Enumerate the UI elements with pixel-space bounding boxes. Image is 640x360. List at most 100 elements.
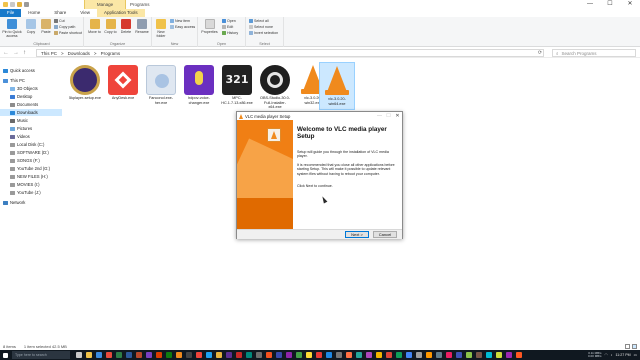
tab-share[interactable]: Share [47,9,73,17]
task-view-icon[interactable] [76,352,82,358]
nav-item-3d-objects[interactable]: 3D Objects [10,85,38,92]
app-icon[interactable] [496,352,502,358]
minimize-button[interactable]: — [580,0,600,9]
app-icon[interactable] [156,352,162,358]
rename-button[interactable]: Rename [134,19,150,34]
nav-item-downloads[interactable]: Downloads [0,109,62,116]
app-icon[interactable] [166,352,172,358]
app-icon[interactable] [316,352,322,358]
app-icon[interactable] [206,352,212,358]
nav-item-drive-c[interactable]: Local Disk (C:) [10,141,44,148]
new-folder-icon[interactable] [17,2,22,7]
volume-icon[interactable]: ♪ [611,353,613,357]
nav-item-quick-access[interactable]: Quick access [3,67,35,74]
invert-selection-button[interactable]: Invert selection [249,31,278,35]
breadcrumb-this-pc[interactable]: This PC [41,51,57,56]
details-view-icon[interactable] [625,344,630,349]
new-folder-button[interactable]: New folder [154,19,168,38]
app-icon[interactable] [486,352,492,358]
paste-button[interactable]: Paste [39,19,53,34]
app-icon[interactable] [456,352,462,358]
app-icon[interactable] [246,352,252,358]
app-icon[interactable] [446,352,452,358]
paste-shortcut-button[interactable]: Paste shortcut [54,31,82,35]
taskbar-search[interactable]: Type here to search [12,351,70,359]
nav-item-network[interactable]: Network [3,199,25,206]
app-icon[interactable] [466,352,472,358]
file-item[interactable]: 5kplayer-setup.exe [67,62,103,110]
back-button[interactable]: ← [3,50,9,56]
powerpoint-icon[interactable] [136,352,142,358]
breadcrumb-downloads[interactable]: Downloads [68,51,90,56]
easy-access-button[interactable]: Easy access [170,25,195,29]
move-to-button[interactable]: Move to [87,19,102,34]
app-icon[interactable] [426,352,432,358]
obs-taskbar-icon[interactable] [186,352,192,358]
properties-icon[interactable] [10,2,15,7]
nav-item-drive-d[interactable]: SOFTWARE (D:) [10,149,49,156]
anydesk-taskbar-icon[interactable] [196,352,202,358]
app-icon[interactable] [236,352,242,358]
breadcrumb-programs[interactable]: Programs [101,51,121,56]
next-button[interactable]: Next > [345,231,369,238]
app-icon[interactable] [376,352,382,358]
copy-button[interactable]: Copy [24,19,38,34]
forward-button[interactable]: → [13,50,19,56]
close-button[interactable]: ✕ [620,0,640,9]
pin-quick-access-button[interactable]: Pin to Quick access [1,19,23,38]
chrome-icon[interactable] [106,352,112,358]
address-bar[interactable]: This PC > Downloads > Programs [36,49,544,57]
app-icon[interactable] [146,352,152,358]
nav-item-videos[interactable]: Videos [10,133,30,140]
file-item[interactable]: hdpov-voice-changer.exe [181,62,217,110]
dialog-close-button[interactable]: ✕ [393,112,402,120]
app-icon[interactable] [516,352,522,358]
notification-icon[interactable]: ▭ [634,353,637,357]
start-button-icon[interactable] [3,352,8,358]
properties-button[interactable]: Properties [200,19,219,34]
history-button[interactable]: History [222,31,238,35]
app-icon[interactable] [356,352,362,358]
file-explorer-icon[interactable] [86,352,92,358]
edge-icon[interactable] [96,352,102,358]
app-icon[interactable] [276,352,282,358]
app-icon[interactable] [396,352,402,358]
app-icon[interactable] [226,352,232,358]
nav-item-desktop[interactable]: Desktop [10,93,32,100]
contextual-tab-manage[interactable]: Manage [84,0,126,9]
tab-application-tools[interactable]: Application Tools [96,9,145,17]
dialog-maximize-button[interactable]: ☐ [384,112,393,120]
tab-file[interactable]: File [0,9,22,17]
file-item[interactable]: AnyDesk.exe [105,62,141,110]
large-icons-view-icon[interactable] [632,344,637,349]
file-item[interactable]: 321 MPC-HC.1.7.13.x86.exe [219,62,255,110]
new-item-button[interactable]: New item [170,19,190,23]
nav-item-drive-f[interactable]: SONGS (F:) [10,157,40,164]
app-icon[interactable] [216,352,222,358]
chevron-down-icon[interactable] [24,2,29,7]
app-icon[interactable] [506,352,512,358]
file-item[interactable]: Fanconol.exe-her.exe [143,62,179,110]
clock[interactable]: 11:27 PM [615,353,630,357]
app-icon[interactable] [416,352,422,358]
nav-item-drive-i[interactable]: MOVIES (I:) [10,181,40,188]
app-icon[interactable] [286,352,292,358]
app-icon[interactable] [476,352,482,358]
maximize-button[interactable]: ☐ [600,0,620,9]
open-button[interactable]: Open [222,19,236,23]
app-icon[interactable] [256,352,262,358]
tab-view[interactable]: View [73,9,97,17]
edit-button[interactable]: Edit [222,25,233,29]
select-all-button[interactable]: Select all [249,19,269,23]
nav-item-drive-j[interactable]: YouTube (J:) [10,189,41,196]
app-icon[interactable] [436,352,442,358]
refresh-button[interactable]: ⟳ [536,49,544,57]
wifi-icon[interactable]: ◠ [605,353,608,357]
app-icon[interactable] [386,352,392,358]
nav-item-drive-h[interactable]: NEW FILES (H:) [10,173,48,180]
app-icon[interactable] [406,352,412,358]
cancel-button[interactable]: Cancel [373,231,397,238]
tab-home[interactable]: Home [21,9,47,17]
app-icon[interactable] [336,352,342,358]
app-icon[interactable] [326,352,332,358]
